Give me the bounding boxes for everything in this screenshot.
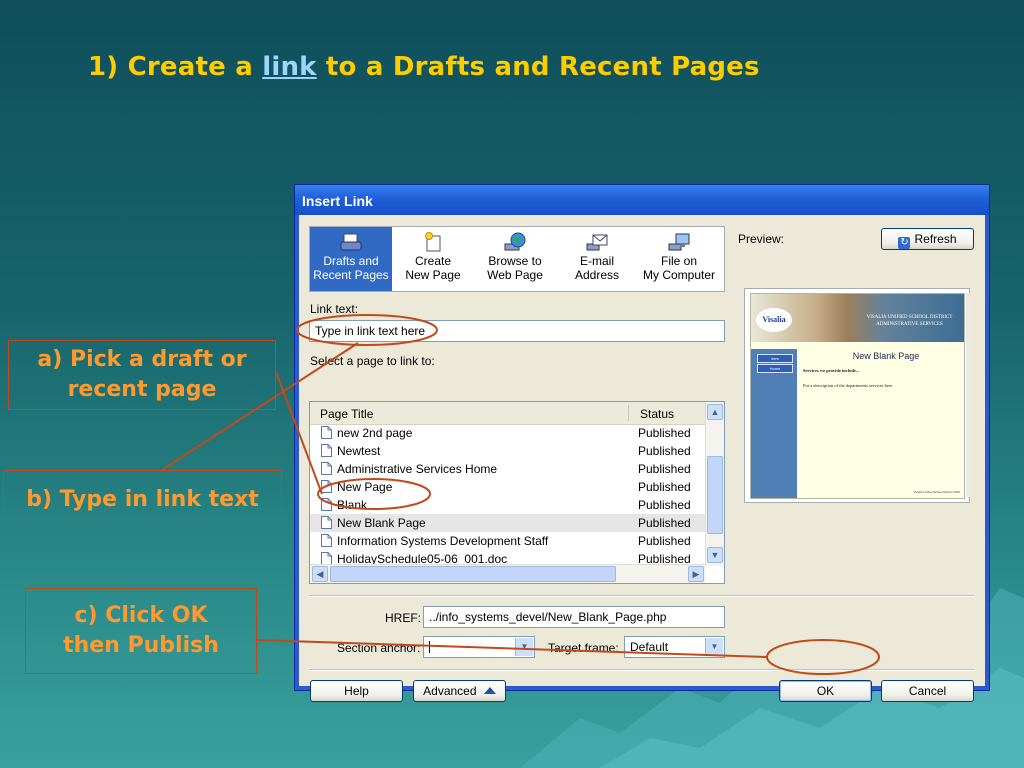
page-list-rows: new 2nd page Published Newtest Published Adm… (310, 424, 706, 568)
document-icon (321, 444, 332, 457)
page-status-cell: Published (638, 516, 691, 530)
page-title-cell: Blank (337, 498, 368, 512)
page-row[interactable]: new 2nd page Published (310, 424, 706, 442)
preview-nav-item: Home (757, 364, 793, 373)
page-row[interactable]: Administrative Services Home Published (310, 460, 706, 478)
page-row[interactable]: New Page Published (310, 478, 706, 496)
document-icon (321, 462, 332, 475)
callout-pick-page: a) Pick a draft or recent page (8, 340, 276, 410)
target-frame-select[interactable]: Default ▼ (624, 636, 725, 658)
file-on-computer-button[interactable]: File on My Computer (638, 227, 720, 291)
page-status-cell: Published (638, 444, 691, 458)
drafts-recent-pages-button[interactable]: Drafts and Recent Pages (310, 227, 392, 291)
document-icon (321, 534, 332, 547)
preview-district-name: VISALIA UNIFIED SCHOOL DISTRICT ADMINIST… (866, 315, 953, 327)
document-icon (321, 426, 332, 439)
page-status-cell: Published (638, 462, 691, 476)
divider (309, 595, 975, 597)
refresh-button[interactable]: ↻ Refresh (881, 228, 974, 250)
slide-title: 1) Create a link to a Drafts and Recent … (88, 52, 760, 82)
preview-text-line: Put a description of the departments ser… (803, 383, 893, 388)
dialog-client: Drafts and Recent Pages Create New Page … (299, 215, 985, 702)
dialog-title: Insert Link (295, 185, 989, 215)
page-status-cell: Published (638, 426, 691, 440)
href-input[interactable]: ../info_systems_devel/New_Blank_Page.php (423, 606, 725, 628)
section-anchor-label: Section anchor: (337, 641, 421, 655)
drafts-icon (340, 233, 362, 251)
callout-type-link-text: b) Type in link text (3, 470, 282, 530)
preview-nav-item: Item (757, 354, 793, 363)
target-frame-label: Target frame: (548, 641, 619, 655)
preview-text-line: Services we provide include... (803, 368, 860, 373)
page-row[interactable]: Information Systems Development Staff Pub… (310, 532, 706, 550)
select-page-label: Select a page to link to: (310, 354, 435, 368)
chevron-up-icon (483, 687, 496, 694)
preview-logo: Visalia (756, 308, 792, 332)
chevron-down-icon[interactable]: ▼ (705, 638, 723, 656)
link-text-input[interactable]: Type in link text here (309, 320, 725, 342)
title-link-word: link (262, 52, 317, 82)
page-list-header: Page Title Status (310, 402, 706, 425)
vertical-scroll-thumb[interactable] (707, 456, 723, 534)
horizontal-scroll-thumb[interactable] (330, 566, 616, 582)
scroll-down-arrow-icon[interactable]: ▼ (707, 547, 723, 563)
column-status[interactable]: Status (640, 407, 674, 421)
browse-web-page-button[interactable]: Browse to Web Page (474, 227, 556, 291)
page-title-cell: Administrative Services Home (337, 462, 498, 476)
page-title-cell: New Blank Page (337, 516, 426, 530)
preview-scrollbar[interactable] (966, 293, 970, 497)
refresh-icon: ↻ (898, 237, 911, 249)
page-status-cell: Published (638, 480, 691, 494)
computer-icon (668, 233, 690, 251)
preview-label: Preview: (738, 232, 785, 246)
callout-click-ok: c) Click OK then Publish (25, 588, 257, 674)
advanced-button[interactable]: Advanced (413, 680, 506, 702)
preview-footer: Visalia Unified School District 2005 (913, 490, 960, 494)
page-preview: Visalia VISALIA UNIFIED SCHOOL DISTRICT … (744, 288, 970, 503)
page-row[interactable]: Blank Published (310, 496, 706, 514)
page-title-cell: Information Systems Development Staff (337, 534, 549, 548)
page-row[interactable]: Newtest Published (310, 442, 706, 460)
create-new-page-button[interactable]: Create New Page (392, 227, 474, 291)
preview-heading: New Blank Page (852, 351, 920, 361)
insert-link-dialog: Insert Link Drafts and Recent Pages Crea… (294, 184, 990, 702)
ok-button[interactable]: OK (779, 680, 872, 702)
new-page-icon (425, 232, 441, 252)
document-icon (321, 516, 332, 529)
page-row[interactable]: New Blank Page Published (310, 514, 706, 532)
page-title-cell: New Page (337, 480, 393, 494)
link-source-toolbar: Drafts and Recent Pages Create New Page … (309, 226, 725, 292)
scroll-right-arrow-icon[interactable]: ▶ (688, 566, 704, 582)
help-button[interactable]: Help (310, 680, 403, 702)
page-status-cell: Published (638, 534, 691, 548)
scroll-left-arrow-icon[interactable]: ◀ (312, 566, 328, 582)
page-status-cell: Published (638, 498, 691, 512)
document-icon (321, 498, 332, 511)
page-list[interactable]: Page Title Status new 2nd page Published N… (309, 401, 725, 584)
cancel-button[interactable]: Cancel (881, 680, 974, 702)
document-icon (321, 480, 332, 493)
link-text-label: Link text: (310, 302, 359, 316)
page-title-cell: new 2nd page (337, 426, 413, 440)
email-icon (586, 234, 608, 251)
section-anchor-combo[interactable]: ▼ (423, 636, 535, 658)
chevron-down-icon[interactable]: ▼ (515, 638, 533, 656)
divider (309, 669, 975, 671)
href-label: HREF: (385, 611, 421, 625)
page-title-cell: Newtest (337, 444, 381, 458)
column-page-title[interactable]: Page Title (320, 407, 373, 421)
horizontal-scrollbar[interactable]: ◀ ▶ (310, 564, 706, 583)
email-address-button[interactable]: E-mail Address (556, 227, 638, 291)
globe-icon (504, 232, 526, 251)
preview-page-thumbnail: Visalia VISALIA UNIFIED SCHOOL DISTRICT … (750, 293, 965, 499)
vertical-scrollbar[interactable]: ▲ ▼ (705, 402, 724, 566)
scroll-up-arrow-icon[interactable]: ▲ (707, 404, 723, 420)
